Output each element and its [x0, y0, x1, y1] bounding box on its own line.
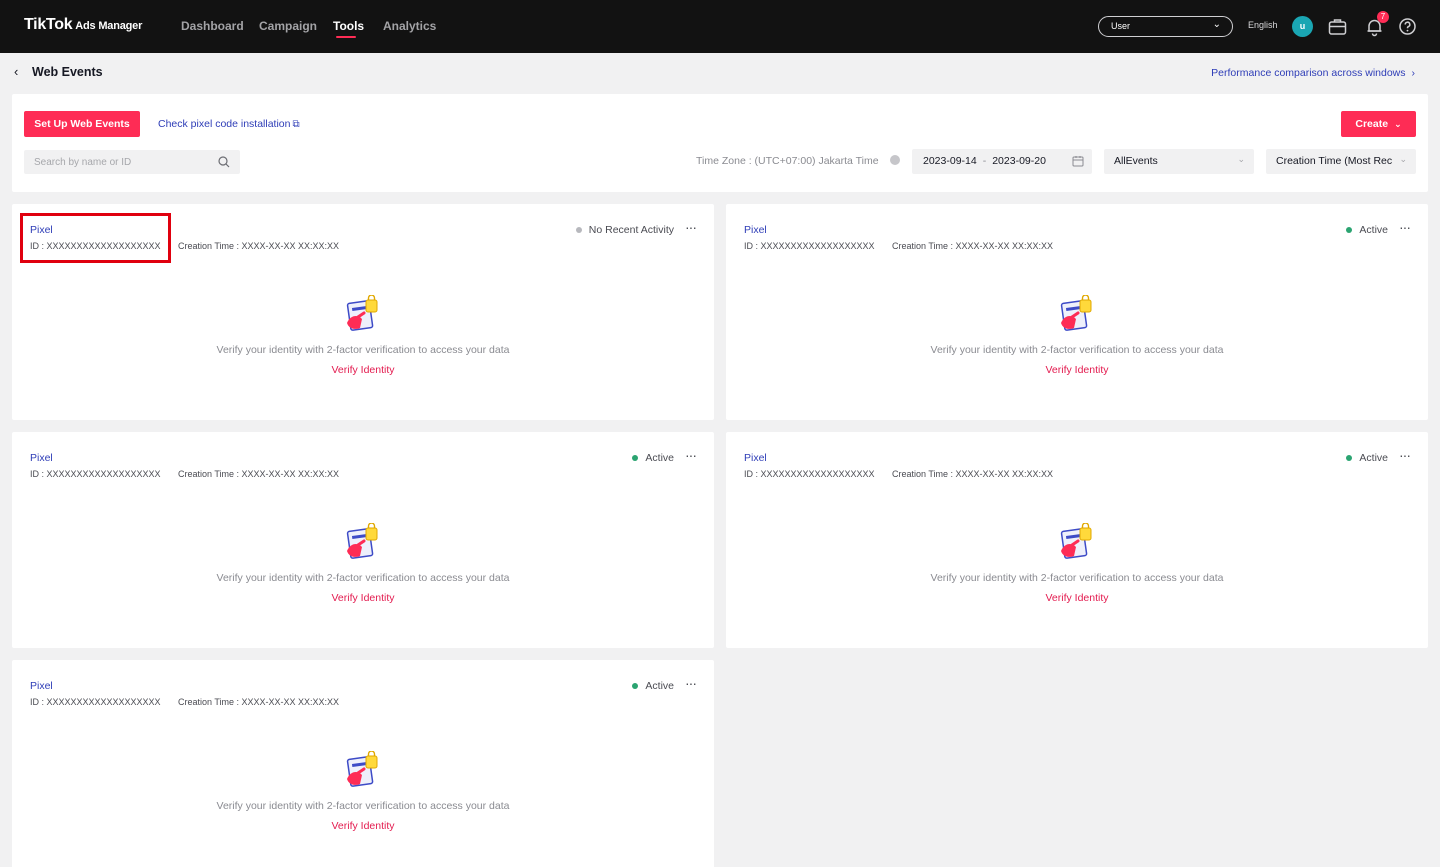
- pixel-name-link[interactable]: Pixel: [744, 452, 767, 464]
- date-end: 2023-09-20: [992, 155, 1046, 167]
- pixel-creation-time: Creation Time : XXXX-XX-XX XX:XX:XX: [178, 697, 340, 707]
- events-filter-select[interactable]: AllEvents ⌄: [1104, 149, 1254, 174]
- create-button-label: Create: [1355, 118, 1389, 130]
- verification-message: Verify your identity with 2-factor verif…: [216, 800, 510, 812]
- page-title: Web Events: [32, 65, 103, 79]
- more-options-icon[interactable]: ···: [1399, 447, 1411, 463]
- performance-comparison-label: Performance comparison across windows: [1211, 67, 1406, 79]
- sort-select[interactable]: Creation Time (Most Rec ⌄: [1266, 149, 1416, 174]
- pixel-id: ID : XXXXXXXXXXXXXXXXXXX: [30, 469, 161, 479]
- highlight-box: [20, 213, 171, 263]
- pixel-id: ID : XXXXXXXXXXXXXXXXXXX: [744, 241, 875, 251]
- pixel-creation-time: Creation Time : XXXX-XX-XX XX:XX:XX: [892, 469, 1054, 479]
- more-options-icon[interactable]: ···: [1399, 219, 1411, 235]
- identity-lock-illustration: [346, 523, 378, 559]
- performance-comparison-link[interactable]: Performance comparison across windows ›: [1211, 67, 1415, 79]
- top-navigation-bar: TikTok Ads Manager Dashboard Campaign To…: [0, 0, 1440, 53]
- language-switcher[interactable]: English: [1248, 20, 1278, 30]
- pixel-name-link[interactable]: Pixel: [30, 452, 53, 464]
- pixel-name-link[interactable]: Pixel: [30, 680, 53, 692]
- search-input[interactable]: [24, 150, 240, 174]
- external-link-icon: ⧉: [292, 119, 300, 130]
- verification-message: Verify your identity with 2-factor verif…: [930, 572, 1224, 584]
- chevron-down-icon: ⌄: [1399, 154, 1407, 164]
- pixel-card: Pixel ID : XXXXXXXXXXXXXXXXXXX Creation Ti…: [726, 432, 1428, 648]
- brand-subtitle: Ads Manager: [75, 20, 143, 32]
- toolbar-panel: Set Up Web Events Check pixel code insta…: [12, 94, 1428, 192]
- events-filter-value: AllEvents: [1114, 155, 1158, 167]
- more-options-icon[interactable]: ···: [685, 447, 697, 463]
- briefcase-icon[interactable]: [1327, 16, 1348, 37]
- verify-identity-link[interactable]: Verify Identity: [726, 364, 1428, 376]
- more-options-icon[interactable]: ···: [685, 675, 697, 691]
- help-icon[interactable]: [1397, 16, 1418, 37]
- pixel-card: Pixel ID : XXXXXXXXXXXXXXXXXXX Creation Ti…: [726, 204, 1428, 420]
- verify-identity-link[interactable]: Verify Identity: [12, 592, 714, 604]
- status-badge: No Recent Activity: [575, 224, 674, 236]
- pixel-id: ID : XXXXXXXXXXXXXXXXXXX: [30, 697, 161, 707]
- check-pixel-installation-label: Check pixel code installation: [158, 118, 291, 130]
- set-up-web-events-button[interactable]: Set Up Web Events: [24, 111, 140, 137]
- verify-identity-link[interactable]: Verify Identity: [12, 820, 714, 832]
- pixel-creation-time: Creation Time : XXXX-XX-XX XX:XX:XX: [892, 241, 1054, 251]
- nav-item-dashboard[interactable]: Dashboard: [181, 19, 244, 33]
- timezone-label: Time Zone : (UTC+07:00) Jakarta Time: [696, 155, 879, 167]
- user-account-select[interactable]: User ⌄: [1098, 16, 1233, 37]
- sort-value: Creation Time (Most Rec: [1276, 155, 1393, 167]
- status-dot: [1346, 455, 1353, 461]
- nav-item-analytics[interactable]: Analytics: [383, 19, 436, 33]
- verification-message: Verify your identity with 2-factor verif…: [930, 344, 1224, 356]
- notification-badge: 7: [1377, 11, 1389, 23]
- user-select-value: User: [1111, 21, 1131, 31]
- status-badge: Active: [632, 680, 674, 692]
- search-icon[interactable]: [217, 155, 231, 169]
- pixel-creation-time: Creation Time : XXXX-XX-XX XX:XX:XX: [178, 241, 340, 251]
- date-range-picker[interactable]: 2023-09-14-2023-09-20: [912, 149, 1092, 174]
- status-dot: [575, 227, 582, 233]
- nav-item-tools[interactable]: Tools: [333, 19, 364, 33]
- chevron-down-icon: ⌄: [1237, 154, 1245, 164]
- chevron-down-icon: ⌄: [1394, 119, 1402, 129]
- status-badge: Active: [1346, 224, 1388, 236]
- identity-lock-illustration: [1060, 523, 1092, 559]
- identity-lock-illustration: [346, 295, 378, 331]
- status-label: Active: [1359, 224, 1388, 236]
- status-label: Active: [645, 452, 674, 464]
- avatar[interactable]: u: [1292, 16, 1313, 37]
- status-label: Active: [1359, 452, 1388, 464]
- status-badge: Active: [1346, 452, 1388, 464]
- back-chevron-icon[interactable]: ‹: [14, 64, 18, 79]
- verification-message: Verify your identity with 2-factor verif…: [216, 344, 510, 356]
- chevron-down-icon: ⌄: [1212, 19, 1221, 30]
- pixel-creation-time: Creation Time : XXXX-XX-XX XX:XX:XX: [178, 469, 340, 479]
- brand-name: TikTok: [24, 16, 73, 33]
- identity-lock-illustration: [346, 751, 378, 787]
- identity-lock-illustration: [1060, 295, 1092, 331]
- create-button[interactable]: Create ⌄: [1341, 111, 1416, 137]
- status-label: Active: [645, 680, 674, 692]
- status-dot: [1346, 227, 1353, 233]
- nav-item-campaign[interactable]: Campaign: [259, 19, 317, 33]
- check-pixel-installation-link[interactable]: Check pixel code installation ⧉: [158, 118, 300, 130]
- active-nav-indicator: [336, 36, 356, 38]
- info-icon[interactable]: [890, 155, 900, 165]
- status-label: No Recent Activity: [588, 224, 674, 236]
- status-dot: [632, 683, 639, 689]
- pixel-card: Pixel ID : XXXXXXXXXXXXXXXXXXX Creation Ti…: [12, 660, 714, 867]
- status-dot: [632, 455, 639, 461]
- more-options-icon[interactable]: ···: [685, 219, 697, 235]
- pixel-card: Pixel ID : XXXXXXXXXXXXXXXXXXX Creation Ti…: [12, 432, 714, 648]
- status-badge: Active: [632, 452, 674, 464]
- pixel-id: ID : XXXXXXXXXXXXXXXXXXX: [744, 469, 875, 479]
- date-start: 2023-09-14: [923, 155, 977, 167]
- verify-identity-link[interactable]: Verify Identity: [726, 592, 1428, 604]
- calendar-icon: [1072, 156, 1084, 167]
- pixel-name-link[interactable]: Pixel: [744, 224, 767, 236]
- tiktok-ads-manager-logo[interactable]: TikTok Ads Manager: [24, 16, 142, 34]
- verification-message: Verify your identity with 2-factor verif…: [216, 572, 510, 584]
- chevron-right-icon: ›: [1411, 67, 1416, 79]
- verify-identity-link[interactable]: Verify Identity: [12, 364, 714, 376]
